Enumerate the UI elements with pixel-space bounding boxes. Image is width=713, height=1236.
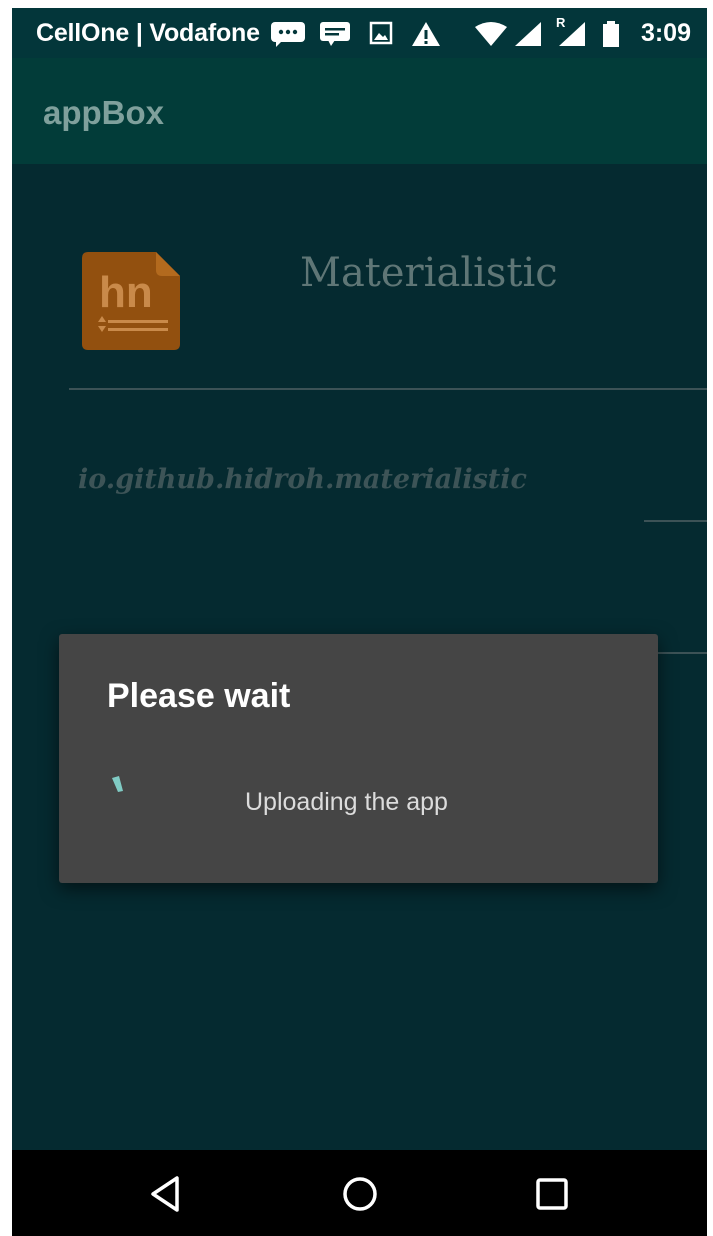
divider-middle xyxy=(644,520,707,522)
warning-icon xyxy=(412,22,440,46)
chat-more-icon xyxy=(271,22,305,47)
wifi-icon xyxy=(475,22,507,46)
roaming-label: R xyxy=(556,15,566,30)
image-icon xyxy=(369,21,393,45)
screen: CellOne | Vodafone R 3:09 appBox hn Mate… xyxy=(12,8,707,1236)
divider-top xyxy=(69,388,707,390)
package-name: io.github.hidroh.materialistic xyxy=(78,464,527,495)
status-bar: CellOne | Vodafone R 3:09 xyxy=(12,8,707,58)
home-icon[interactable] xyxy=(338,1172,382,1216)
progress-dialog: Please wait Uploading the app xyxy=(59,634,658,883)
dialog-message: Uploading the app xyxy=(245,788,448,816)
progress-spinner-icon xyxy=(112,776,123,792)
hn-app-icon[interactable]: hn xyxy=(82,252,180,350)
app-details: hn Materialistic io.github.hidroh.materi… xyxy=(12,164,707,1150)
recents-icon[interactable] xyxy=(530,1172,574,1216)
message-icon xyxy=(320,22,350,46)
battery-icon xyxy=(603,21,619,47)
app-name: Materialistic xyxy=(300,250,558,296)
carrier-name: CellOne | Vodafone xyxy=(36,19,260,47)
clock: 3:09 xyxy=(640,19,691,47)
dialog-title: Please wait xyxy=(107,677,291,715)
hn-app-icon-text: hn xyxy=(99,268,153,317)
app-bar: appBox xyxy=(12,58,707,164)
navigation-bar xyxy=(12,1150,707,1236)
app-bar-title: appBox xyxy=(43,94,165,131)
back-icon[interactable] xyxy=(145,1172,189,1216)
signal-icon xyxy=(515,22,541,46)
